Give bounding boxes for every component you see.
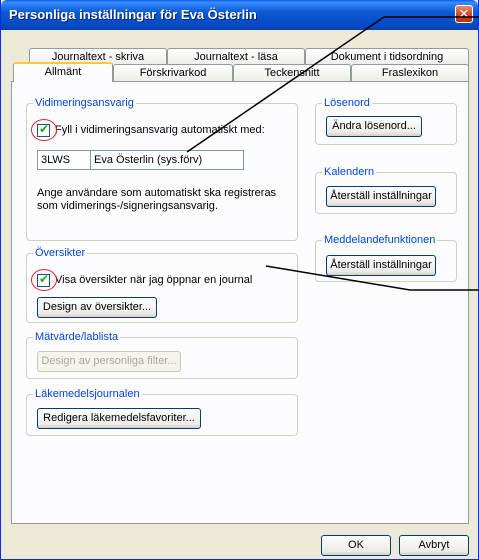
ok-button[interactable]: OK [321,535,391,556]
checkmark-icon: ✔ [39,272,50,286]
group-title-kalendern: Kalendern [322,166,377,178]
vidimering-code-field[interactable]: 3LWS [37,150,91,170]
oversikter-checkbox-label[interactable]: Visa översikter när jag öppnar en journa… [55,274,252,286]
group-title-lakemedel: Läkemedelsjournalen [33,388,142,400]
group-kalendern: Kalendern Återställ inställningar [315,166,457,214]
vidimering-help-line2: som vidimerings-/signeringsansvarig. [37,200,218,212]
title-bar[interactable]: Personliga inställningar för Eva Österli… [1,0,478,30]
tab-fraslexikon[interactable]: Fraslexikon [351,64,469,82]
tab-forskrivarkod[interactable]: Förskrivarkod [113,64,233,82]
group-oversikter: Översikter ✔ Visa översikter när jag öpp… [26,247,298,323]
checkmark-icon: ✔ [39,122,50,136]
oversikter-checkbox[interactable]: ✔ [37,272,50,287]
group-vidimeringsansvarig: Vidimeringsansvarig ✔ Fyll i vidimerings… [26,97,298,241]
group-matvarde: Mätvärde/lablista Design av personliga f… [26,331,298,379]
vidimering-help-line1: Ange användare som automatiskt ska regis… [37,187,277,199]
window-title: Personliga inställningar för Eva Österli… [9,7,257,22]
group-title-meddelande: Meddelandefunktionen [322,234,438,246]
tab-panel-allmant: Vidimeringsansvarig ✔ Fyll i vidimerings… [11,81,469,524]
edit-favorites-button[interactable]: Redigera läkemedelsfavoriter... [37,408,201,429]
change-password-button[interactable]: Ändra lösenord... [326,116,422,137]
design-oversikter-button[interactable]: Design av översikter... [37,297,157,318]
group-title-matvarde: Mätvärde/lablista [33,331,121,343]
vidimering-checkbox[interactable]: ✔ [37,122,50,137]
group-losenord: Lösenord Ändra lösenord... [315,97,457,145]
group-title-oversikter: Översikter [33,247,88,259]
settings-dialog: Personliga inställningar för Eva Österli… [0,0,479,560]
vidimering-checkbox-label[interactable]: Fyll i vidimeringsansvarig automatiskt m… [55,124,265,136]
group-title-losenord: Lösenord [322,97,372,109]
vidimering-name-field[interactable]: Eva Österlin (sys.förv) [90,150,244,170]
design-filter-button[interactable]: Design av personliga filter... [37,351,181,372]
cancel-button[interactable]: Avbryt [399,535,469,556]
group-meddelande: Meddelandefunktionen Återställ inställni… [315,234,457,282]
group-lakemedel: Läkemedelsjournalen Redigera läkemedelsf… [26,388,298,436]
tab-teckensnitt[interactable]: Teckensnitt [233,64,351,82]
reset-messages-button[interactable]: Återställ inställningar [326,255,436,276]
tab-allmant[interactable]: Allmänt [13,62,113,82]
close-icon[interactable]: ✕ [455,5,473,23]
reset-calendar-button[interactable]: Återställ inställningar [326,186,436,207]
group-title-vidimering: Vidimeringsansvarig [33,97,136,109]
